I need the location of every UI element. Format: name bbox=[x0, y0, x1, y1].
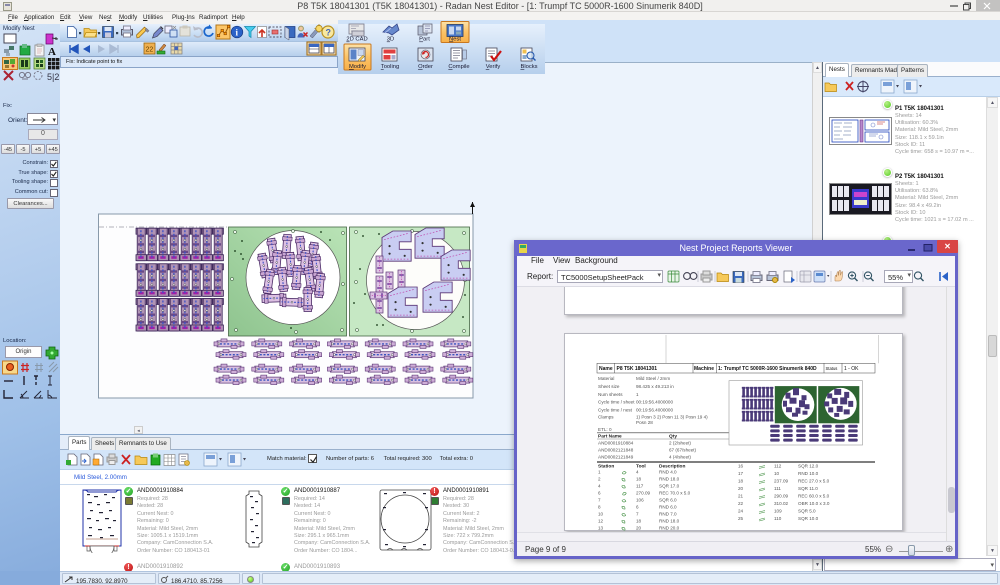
svg-text:6: 6 bbox=[636, 505, 639, 510]
svg-text:18: 18 bbox=[636, 519, 642, 524]
svg-text:SQR 6.0: SQR 6.0 bbox=[659, 498, 677, 503]
svg-text:SQR 11.0: SQR 11.0 bbox=[798, 486, 818, 491]
svg-text:20: 20 bbox=[738, 486, 744, 491]
svg-text:290.09: 290.09 bbox=[774, 494, 788, 499]
svg-text:112: 112 bbox=[774, 464, 782, 469]
svg-text:Modify: Modify bbox=[349, 64, 366, 70]
svg-text:REC 27.0 x 5.0: REC 27.0 x 5.0 bbox=[798, 479, 830, 484]
svg-text:OBR 10.0 x 3.0: OBR 10.0 x 3.0 bbox=[798, 501, 830, 506]
svg-text:AND0002121849: AND0002121849 bbox=[598, 455, 634, 460]
svg-text:7: 7 bbox=[636, 512, 639, 517]
svg-text:98.425 x 49.213 in: 98.425 x 49.213 in bbox=[636, 384, 674, 389]
svg-text:5|2: 5|2 bbox=[47, 72, 59, 82]
svg-text:106: 106 bbox=[636, 498, 644, 503]
svg-text:REC 70.0 x 5.0: REC 70.0 x 5.0 bbox=[659, 491, 691, 496]
svg-text:Cycle time / nest: Cycle time / nest bbox=[598, 407, 633, 412]
svg-text:AND0002121848: AND0002121848 bbox=[598, 448, 634, 453]
svg-text:4 (4/sheet): 4 (4/sheet) bbox=[669, 455, 691, 460]
svg-text:Order: Order bbox=[418, 64, 433, 70]
svg-text:Status: Status bbox=[826, 366, 838, 371]
svg-text:18: 18 bbox=[636, 477, 642, 482]
svg-text:2 (2/sheet): 2 (2/sheet) bbox=[669, 441, 691, 446]
svg-text:?: ? bbox=[326, 28, 332, 38]
svg-text:4: 4 bbox=[636, 470, 639, 475]
svg-text:Material: Material bbox=[598, 376, 614, 381]
svg-text:Mild Steel / 2mm: Mild Steel / 2mm bbox=[636, 376, 670, 381]
svg-text:110: 110 bbox=[774, 516, 782, 521]
svg-text:24: 24 bbox=[738, 509, 744, 514]
svg-text:1 - OK: 1 - OK bbox=[844, 366, 859, 372]
svg-text:10: 10 bbox=[598, 512, 604, 517]
svg-text:22: 22 bbox=[738, 501, 744, 506]
svg-text:21: 21 bbox=[738, 494, 744, 499]
svg-text:RND 4.0: RND 4.0 bbox=[659, 470, 677, 475]
svg-text:Num sheets: Num sheets bbox=[598, 392, 623, 397]
svg-text:18: 18 bbox=[738, 479, 744, 484]
svg-text:13: 13 bbox=[598, 526, 604, 531]
svg-text:00:19:56.4000000: 00:19:56.4000000 bbox=[636, 399, 673, 404]
svg-text:Machine: Machine bbox=[694, 366, 714, 372]
svg-text:17: 17 bbox=[738, 471, 744, 476]
svg-text:Name: Name bbox=[599, 366, 613, 372]
svg-text:7: 7 bbox=[598, 498, 601, 503]
svg-text:RND 18.0: RND 18.0 bbox=[659, 477, 680, 482]
svg-text:6: 6 bbox=[598, 491, 601, 496]
svg-text:12: 12 bbox=[598, 519, 604, 524]
svg-text:Cycle time / sheet: Cycle time / sheet bbox=[598, 399, 635, 404]
svg-text:237.09: 237.09 bbox=[774, 479, 788, 484]
svg-text:RND 7.0: RND 7.0 bbox=[659, 512, 677, 517]
svg-text:Posn 28: Posn 28 bbox=[636, 420, 653, 425]
svg-text:10: 10 bbox=[774, 471, 780, 476]
svg-text:Blocks: Blocks bbox=[520, 64, 537, 70]
svg-text:4: 4 bbox=[598, 484, 601, 489]
svg-text:2: 2 bbox=[598, 477, 601, 482]
svg-text:Verify: Verify bbox=[486, 64, 501, 70]
svg-text:Clamps: Clamps bbox=[598, 415, 614, 420]
svg-text:Qty: Qty bbox=[669, 433, 677, 439]
svg-text:RND 18.0: RND 18.0 bbox=[659, 519, 680, 524]
svg-text:P8 T5K 18041301: P8 T5K 18041301 bbox=[617, 366, 658, 372]
svg-text:Compile: Compile bbox=[448, 64, 469, 70]
svg-text:SQR 12.0: SQR 12.0 bbox=[798, 464, 819, 469]
svg-text:Part Name: Part Name bbox=[598, 433, 622, 439]
svg-text:RND 20.0: RND 20.0 bbox=[659, 526, 680, 531]
svg-text:Nest: Nest bbox=[449, 37, 461, 43]
svg-text:1: Trumpf TC 5000R-1600 Sinume: 1: Trumpf TC 5000R-1600 Sinumerik 840D bbox=[718, 366, 817, 372]
svg-text:RND 10.0: RND 10.0 bbox=[798, 471, 819, 476]
svg-text:67 (67/sheet): 67 (67/sheet) bbox=[669, 448, 697, 453]
svg-text:REC 60.0 x 5.0: REC 60.0 x 5.0 bbox=[798, 494, 830, 499]
svg-text:111: 111 bbox=[774, 486, 781, 491]
svg-text:20: 20 bbox=[636, 526, 642, 531]
svg-text:1: 1 bbox=[636, 392, 639, 397]
svg-text:RND 6.0: RND 6.0 bbox=[659, 505, 677, 510]
svg-text:00:19:56.4000000: 00:19:56.4000000 bbox=[636, 407, 673, 412]
svg-text:SQR 5.0: SQR 5.0 bbox=[798, 509, 816, 514]
svg-text:109: 109 bbox=[774, 509, 782, 514]
svg-text:AND0001910884: AND0001910884 bbox=[598, 441, 634, 446]
svg-text:ETL: 0: ETL: 0 bbox=[598, 427, 612, 432]
svg-text:22: 22 bbox=[146, 47, 154, 54]
svg-text:Tooling: Tooling bbox=[381, 64, 399, 70]
svg-text:117: 117 bbox=[636, 484, 644, 489]
svg-text:270.09: 270.09 bbox=[636, 491, 650, 496]
svg-text:2D CAD: 2D CAD bbox=[346, 37, 367, 43]
svg-text:8: 8 bbox=[598, 505, 601, 510]
svg-text:SQR 17.0: SQR 17.0 bbox=[659, 484, 680, 489]
svg-text:Sheet size: Sheet size bbox=[598, 384, 620, 389]
svg-text:3D: 3D bbox=[387, 37, 394, 43]
svg-text:310.02: 310.02 bbox=[774, 501, 788, 506]
svg-text:16: 16 bbox=[738, 464, 744, 469]
svg-text:25: 25 bbox=[738, 516, 744, 521]
svg-text:1: 1 bbox=[598, 470, 601, 475]
svg-text:SQR 10.0: SQR 10.0 bbox=[798, 516, 819, 521]
svg-text:A: A bbox=[48, 46, 56, 58]
svg-text:Part: Part bbox=[419, 37, 430, 43]
svg-text:1) Posn 3 2) Posn 11 3: 1) Posn 3 2) Posn 11 3) Posn 19 4) bbox=[636, 415, 708, 420]
